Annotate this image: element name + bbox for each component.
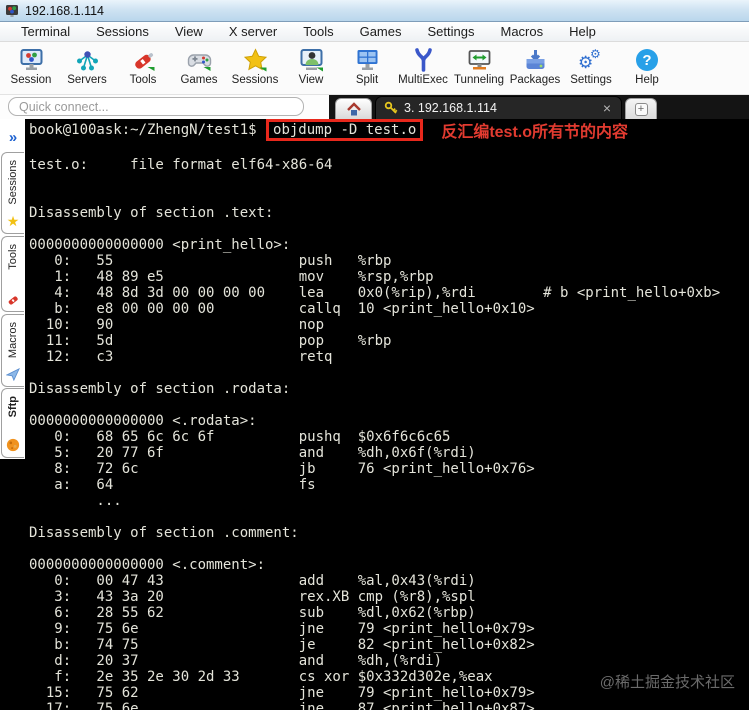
toolbar-label: Settings bbox=[570, 74, 612, 86]
toolbar-games-button[interactable]: Games bbox=[171, 42, 227, 94]
menu-view[interactable]: View bbox=[162, 22, 216, 41]
menu-tools[interactable]: Tools bbox=[290, 22, 346, 41]
star-icon bbox=[242, 45, 269, 75]
toolbar-label: Session bbox=[10, 74, 52, 86]
tab-strip: 3. 192.168.1.114 × + bbox=[329, 95, 749, 119]
toolbar-tunneling-button[interactable]: Tunneling bbox=[451, 42, 507, 94]
toolbar-label: View bbox=[298, 74, 324, 86]
toolbar-label: Packages bbox=[509, 74, 561, 86]
toolbar-split-button[interactable]: Split bbox=[339, 42, 395, 94]
left-sidebar: » Sessions ★ Tools Macros Sftp bbox=[0, 119, 25, 710]
toolbar-label: MultiExec bbox=[398, 74, 448, 86]
star-icon: ★ bbox=[6, 213, 20, 229]
annotation-text: 反汇编test.o所有节的内容 bbox=[441, 124, 628, 141]
main-area: » Sessions ★ Tools Macros Sftp book@100a… bbox=[0, 119, 749, 710]
toolbar-multiexec-button[interactable]: MultiExec bbox=[395, 42, 451, 94]
monitor-session-icon bbox=[18, 45, 45, 75]
tab-row: 3. 192.168.1.114 × + bbox=[0, 95, 749, 119]
fork-y-icon bbox=[410, 45, 437, 75]
toolbar-tools-button[interactable]: Tools bbox=[115, 42, 171, 94]
sidebar-panel: » Sessions ★ Tools Macros Sftp bbox=[0, 119, 25, 459]
swiss-knife-icon bbox=[130, 45, 157, 75]
toolbar-sessions-button[interactable]: Sessions bbox=[227, 42, 283, 94]
network-nodes-icon bbox=[74, 45, 101, 75]
toolbar-label: Sessions bbox=[231, 74, 279, 86]
tunnel-monitor-icon bbox=[466, 45, 493, 75]
toolbar: Session Servers Tools Games Sessions Vie… bbox=[0, 42, 749, 95]
gears-icon: ⚙ ⚙ bbox=[578, 47, 601, 72]
plus-icon: + bbox=[634, 102, 648, 116]
toolbar-servers-button[interactable]: Servers bbox=[59, 42, 115, 94]
watermark: @稀土掘金技术社区 bbox=[599, 674, 735, 691]
menu-settings[interactable]: Settings bbox=[415, 22, 488, 41]
toolbar-packages-button[interactable]: Packages bbox=[507, 42, 563, 94]
expand-sidebar-icon[interactable]: » bbox=[0, 119, 25, 146]
toolbar-session-button[interactable]: Session bbox=[3, 42, 59, 94]
sidebar-tab-tools[interactable]: Tools bbox=[1, 236, 24, 312]
highlighted-command: objdump -D test.o bbox=[266, 119, 424, 141]
toolbar-help-button[interactable]: ? Help bbox=[619, 42, 675, 94]
mobaxterm-window: 192.168.1.114 Terminal Sessions View X s… bbox=[0, 0, 749, 710]
quick-connect-input[interactable] bbox=[8, 97, 304, 116]
globe-orange-icon bbox=[6, 438, 20, 452]
sidebar-tab-macros[interactable]: Macros bbox=[1, 314, 24, 387]
question-circle-icon: ? bbox=[636, 45, 658, 75]
toolbar-label: Servers bbox=[67, 74, 107, 86]
toolbar-label: Split bbox=[355, 74, 379, 86]
active-session-tab[interactable]: 3. 192.168.1.114 × bbox=[375, 96, 622, 119]
menu-games[interactable]: Games bbox=[347, 22, 415, 41]
split-window-icon bbox=[354, 45, 381, 75]
swiss-knife-icon bbox=[8, 296, 18, 305]
package-download-icon bbox=[522, 45, 549, 75]
key-icon bbox=[384, 101, 398, 114]
session-tab-label: 3. 192.168.1.114 bbox=[404, 101, 497, 115]
menu-bar: Terminal Sessions View X server Tools Ga… bbox=[0, 22, 749, 42]
toolbar-label: Games bbox=[180, 74, 218, 86]
gamepad-icon bbox=[186, 45, 213, 75]
home-icon bbox=[346, 101, 361, 115]
close-icon[interactable]: × bbox=[601, 101, 613, 115]
shell-prompt: book@100ask:~/ZhengN/test1$ bbox=[29, 122, 266, 138]
menu-help[interactable]: Help bbox=[556, 22, 609, 41]
terminal-output: test.o: file format elf64-x86-64 Disasse… bbox=[29, 157, 721, 710]
paper-plane-icon bbox=[6, 368, 20, 381]
title-bar: 192.168.1.114 bbox=[0, 0, 749, 22]
terminal-command-line: book@100ask:~/ZhengN/test1$ objdump -D t… bbox=[25, 119, 749, 141]
toolbar-label: Tools bbox=[129, 74, 157, 86]
terminal[interactable]: book@100ask:~/ZhengN/test1$ objdump -D t… bbox=[25, 119, 749, 710]
menu-x-server[interactable]: X server bbox=[216, 22, 290, 41]
toolbar-label: Help bbox=[635, 74, 659, 86]
menu-macros[interactable]: Macros bbox=[487, 22, 556, 41]
toolbar-settings-button[interactable]: ⚙ ⚙ Settings bbox=[563, 42, 619, 94]
toolbar-label: Tunneling bbox=[453, 74, 505, 86]
toolbar-view-button[interactable]: View bbox=[283, 42, 339, 94]
monitor-user-icon bbox=[298, 45, 325, 75]
sidebar-tab-sftp[interactable]: Sftp bbox=[1, 388, 24, 458]
app-logo-icon bbox=[6, 4, 18, 17]
home-tab[interactable] bbox=[335, 98, 372, 119]
menu-terminal[interactable]: Terminal bbox=[8, 22, 83, 41]
menu-sessions[interactable]: Sessions bbox=[83, 22, 162, 41]
new-tab-button[interactable]: + bbox=[625, 98, 657, 119]
window-title: 192.168.1.114 bbox=[25, 3, 105, 18]
sidebar-tab-sessions[interactable]: Sessions ★ bbox=[1, 152, 24, 234]
